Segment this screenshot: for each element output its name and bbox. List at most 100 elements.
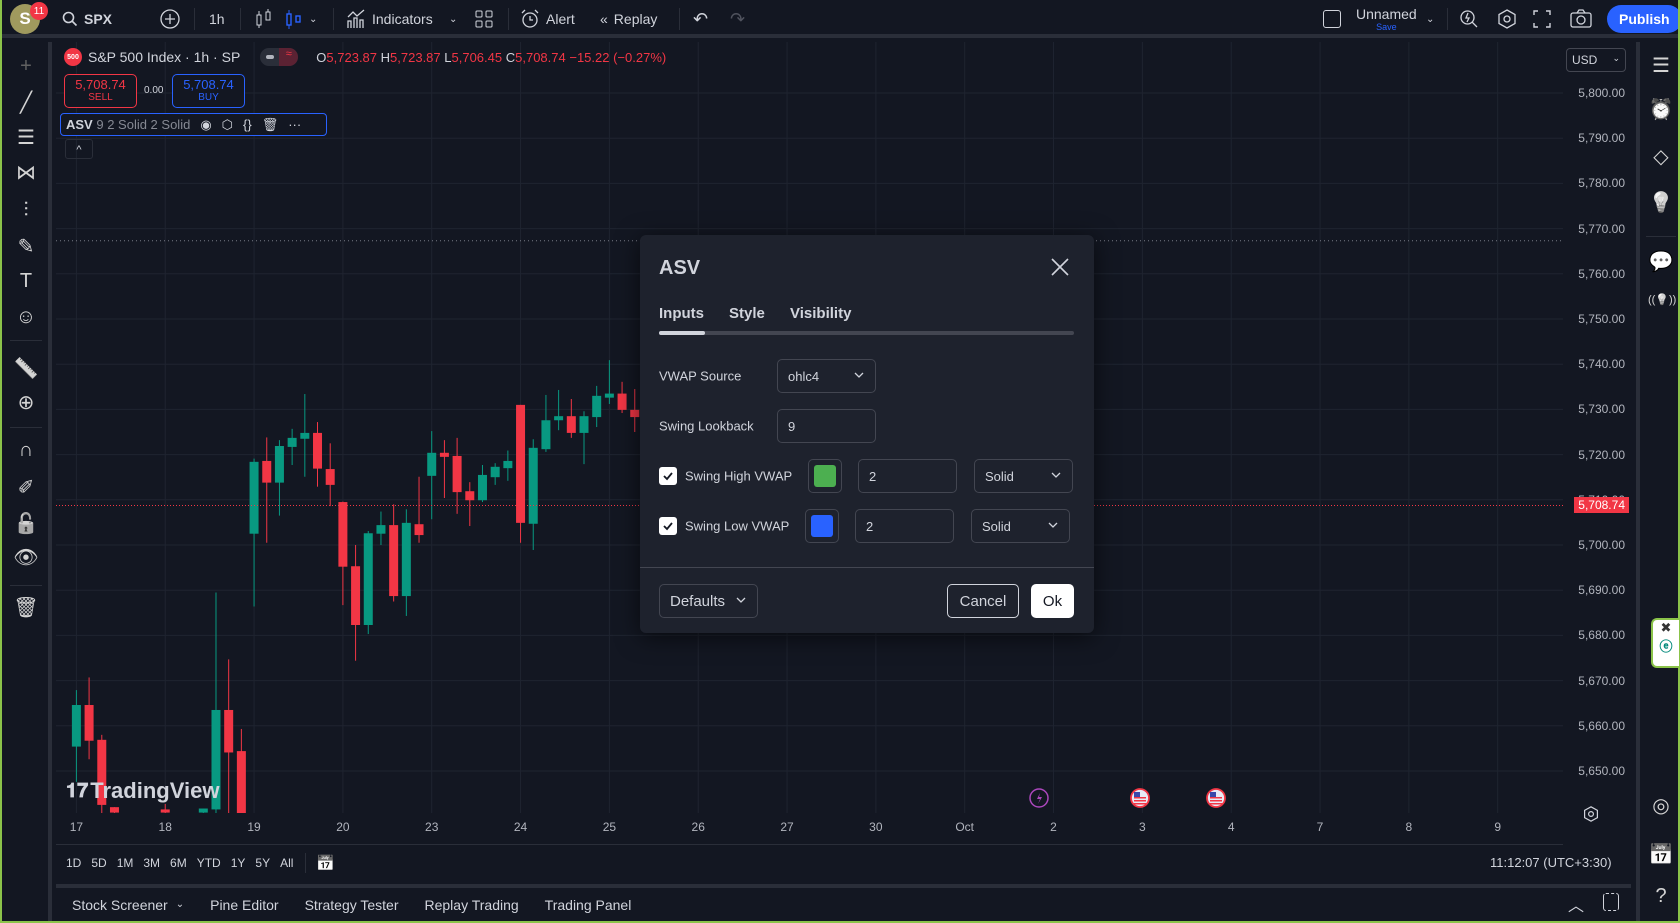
chat-button[interactable]: 💬 bbox=[1648, 249, 1674, 275]
candle-body[interactable] bbox=[325, 469, 335, 485]
candle-body[interactable] bbox=[414, 524, 424, 536]
swing-high-checkbox[interactable] bbox=[659, 467, 677, 485]
fullscreen-button[interactable] bbox=[1533, 0, 1551, 38]
candle-body[interactable] bbox=[490, 466, 500, 478]
candle-body[interactable] bbox=[376, 525, 386, 534]
replay-button[interactable]: «Replay bbox=[600, 0, 657, 38]
candle-body[interactable] bbox=[71, 705, 81, 747]
candle-body[interactable] bbox=[198, 808, 208, 813]
candle-body[interactable] bbox=[439, 452, 449, 457]
tab-style[interactable]: Style bbox=[729, 305, 765, 322]
candle-body[interactable] bbox=[465, 491, 475, 501]
candle-body[interactable] bbox=[274, 446, 284, 483]
swing-high-style-select[interactable]: Solid bbox=[974, 459, 1073, 493]
ideas-button[interactable]: 💡 bbox=[1648, 190, 1674, 216]
candle-body[interactable] bbox=[338, 502, 348, 567]
range-button-5y[interactable]: 5Y bbox=[255, 856, 270, 870]
candle-body[interactable] bbox=[427, 452, 437, 476]
expand-panel-button[interactable]: ︿ bbox=[1568, 892, 1584, 916]
candle-body[interactable] bbox=[541, 420, 551, 450]
bottom-tab-stock-screener[interactable]: Stock Screener bbox=[72, 897, 168, 913]
eye-icon[interactable]: ◉ bbox=[200, 117, 211, 133]
range-button-1m[interactable]: 1M bbox=[117, 856, 134, 870]
magnet-tool[interactable]: ∩ bbox=[11, 435, 41, 465]
layers-button[interactable]: ◇ bbox=[1648, 144, 1674, 170]
bottom-tab-pine-editor[interactable]: Pine Editor bbox=[210, 897, 278, 913]
lock-tool[interactable]: 🔓 bbox=[11, 508, 41, 538]
range-button-ytd[interactable]: YTD bbox=[197, 856, 221, 870]
ok-button[interactable]: Ok bbox=[1031, 584, 1074, 618]
candle-body[interactable] bbox=[300, 432, 310, 439]
crosshair-tool[interactable]: + bbox=[11, 51, 41, 81]
range-button-6m[interactable]: 6M bbox=[170, 856, 187, 870]
collapse-legend-button[interactable]: ^ bbox=[65, 139, 93, 159]
candle-body[interactable] bbox=[617, 393, 627, 410]
candle-body[interactable] bbox=[224, 709, 234, 753]
bottom-tab-strategy-tester[interactable]: Strategy Tester bbox=[305, 897, 399, 913]
goto-date-icon[interactable]: 📅 bbox=[316, 854, 335, 872]
quick-search-button[interactable] bbox=[1459, 0, 1479, 38]
buy-button[interactable]: 5,708.74 BUY bbox=[172, 74, 245, 108]
more-icon[interactable]: ··· bbox=[288, 117, 301, 132]
watchlist-button[interactable]: ☰ bbox=[1648, 53, 1674, 79]
interval-button[interactable]: 1h bbox=[209, 0, 225, 38]
extension-widget[interactable]: ✖ ⓔ bbox=[1651, 618, 1679, 668]
candle-body[interactable] bbox=[389, 525, 399, 597]
candle-body[interactable] bbox=[579, 416, 589, 433]
settings-button[interactable] bbox=[1497, 0, 1517, 38]
maximize-panel-button[interactable] bbox=[1603, 893, 1619, 911]
trash-icon[interactable]: 🗑 bbox=[262, 117, 279, 133]
bottom-tab-replay-trading[interactable]: Replay Trading bbox=[425, 897, 519, 913]
candle-body[interactable] bbox=[452, 455, 462, 493]
candle-body[interactable] bbox=[604, 393, 614, 398]
layout-name-button[interactable]: Unnamed Save bbox=[1356, 0, 1417, 38]
lightning-icon[interactable] bbox=[1029, 788, 1049, 808]
snapshot-button[interactable] bbox=[1570, 0, 1592, 38]
candle-body[interactable] bbox=[84, 705, 94, 741]
range-button-5d[interactable]: 5D bbox=[91, 856, 106, 870]
swing-high-color-swatch[interactable] bbox=[808, 459, 842, 493]
range-button-3m[interactable]: 3M bbox=[143, 856, 160, 870]
candle-body[interactable] bbox=[401, 522, 411, 597]
source-code-icon[interactable]: {} bbox=[243, 117, 252, 132]
emoji-tool[interactable]: ☺ bbox=[11, 302, 41, 332]
publish-button[interactable]: Publish bbox=[1607, 5, 1680, 33]
candle-body[interactable] bbox=[477, 474, 487, 501]
lock-draw-tool[interactable]: ✐ bbox=[11, 472, 41, 502]
range-button-1y[interactable]: 1Y bbox=[231, 856, 246, 870]
axis-settings-button[interactable] bbox=[1583, 806, 1599, 822]
layouts-button[interactable] bbox=[475, 0, 493, 38]
bottom-tab-trading-panel[interactable]: Trading Panel bbox=[545, 897, 632, 913]
us-flag-icon[interactable] bbox=[1130, 788, 1150, 808]
ruler-tool[interactable]: 📏 bbox=[11, 353, 41, 383]
alarm-clock-button[interactable]: ⏰ bbox=[1648, 97, 1674, 123]
candle-body[interactable] bbox=[554, 416, 564, 421]
candle-body[interactable] bbox=[236, 751, 246, 813]
cancel-button[interactable]: Cancel bbox=[947, 584, 1019, 618]
pattern-tool[interactable]: ⋈ bbox=[11, 157, 41, 187]
indicators-dropdown[interactable]: ⌄ bbox=[449, 0, 457, 38]
alert-button[interactable]: Alert bbox=[520, 0, 575, 38]
candle-body[interactable] bbox=[363, 533, 373, 626]
candle-body[interactable] bbox=[262, 460, 272, 483]
candle-body[interactable] bbox=[503, 460, 513, 469]
tab-visibility[interactable]: Visibility bbox=[790, 305, 851, 322]
zoom-in-tool[interactable]: ⊕ bbox=[11, 387, 41, 417]
trend-line-tool[interactable]: ╱ bbox=[11, 87, 41, 117]
candle-body[interactable] bbox=[351, 566, 361, 626]
swing-lookback-input[interactable]: 9 bbox=[777, 409, 876, 443]
streams-button[interactable]: ((💡)) bbox=[1648, 293, 1676, 319]
calendar-button[interactable]: 📅 bbox=[1648, 842, 1674, 868]
swing-low-width-input[interactable]: 2 bbox=[855, 509, 954, 543]
time-axis[interactable]: 17 18 19 20 23 24 25 26 27 30 Oct 2 3 4 7 8 9 bbox=[56, 813, 1563, 845]
undo-button[interactable]: ↶ bbox=[693, 0, 708, 38]
price-axis[interactable]: USD ⌄ 5,800.00 5,790.00 5,780.00 5,770.00 5,7… bbox=[1563, 42, 1631, 845]
tab-inputs[interactable]: Inputs bbox=[659, 305, 704, 322]
swing-low-color-swatch[interactable] bbox=[805, 509, 839, 543]
swing-high-width-input[interactable]: 2 bbox=[858, 459, 957, 493]
layout-dropdown[interactable]: ⌄ bbox=[1426, 0, 1434, 38]
forecast-tool[interactable]: ⫶ bbox=[11, 195, 41, 225]
range-button-1d[interactable]: 1D bbox=[66, 856, 81, 870]
candle-body[interactable] bbox=[566, 416, 576, 433]
candle-body[interactable] bbox=[528, 447, 538, 524]
